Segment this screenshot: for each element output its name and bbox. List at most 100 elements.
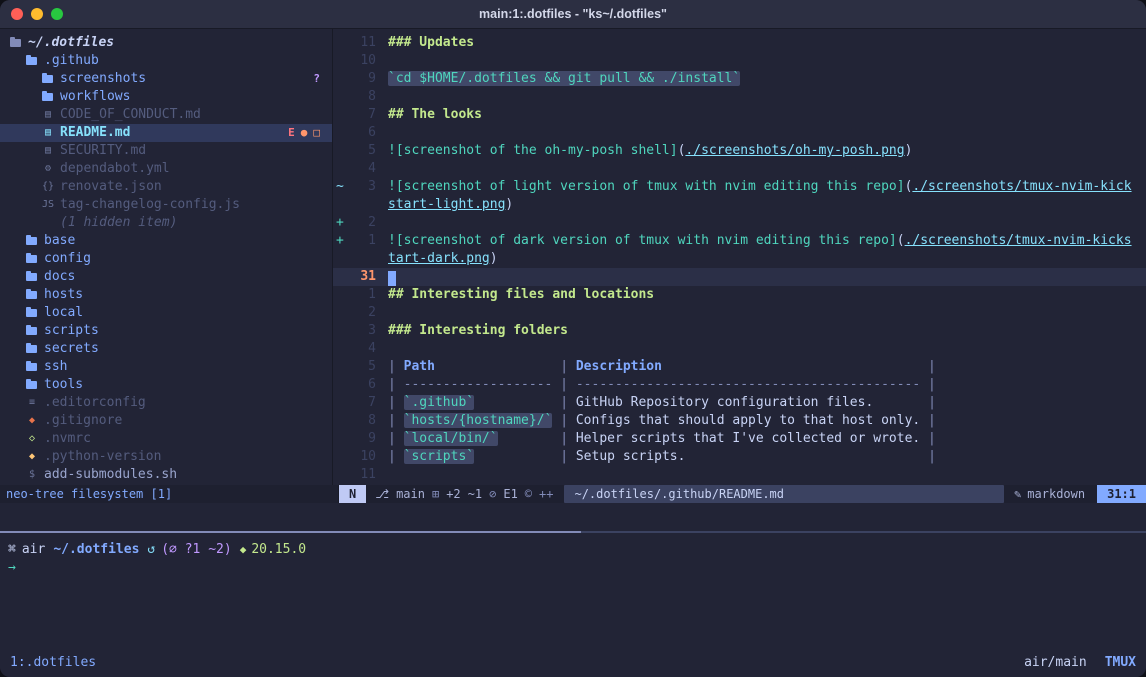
tree-item-secrets[interactable]: secrets (0, 340, 332, 358)
editor-line[interactable]: 9`cd $HOME/.dotfiles && git pull && ./in… (333, 70, 1146, 88)
tree-item-python-version[interactable]: ◆.python-version (0, 448, 332, 466)
git-status-segment: ⎇ main ⊞ +2 ~1 ⊘ E1 © ++ (366, 485, 562, 503)
text-segment-d: | (388, 413, 404, 428)
tree-item-config[interactable]: config (0, 250, 332, 268)
editor-line[interactable]: 6 (333, 124, 1146, 142)
tree-item-screenshots[interactable]: screenshots? (0, 70, 332, 88)
tree-item-label: add-submodules.sh (44, 466, 177, 484)
tree-item-docs[interactable]: docs (0, 268, 332, 286)
gitsigns-added-sign: + (333, 232, 350, 250)
cursor (388, 271, 396, 286)
sign-column (333, 124, 350, 142)
git-branch-icon: ⎇ (375, 487, 389, 501)
tree-item-local[interactable]: local (0, 304, 332, 322)
editor-line[interactable]: tart-dark.png) (333, 250, 1146, 268)
diagnostics-error-count: E1 (503, 487, 517, 501)
file-icon: ▤ (42, 142, 54, 160)
editor-line[interactable]: 9| `local/bin/` | Helper scripts that I'… (333, 430, 1146, 448)
tree-item-github[interactable]: .github (0, 52, 332, 70)
editor-line[interactable]: ~3![screenshot of light version of tmux … (333, 178, 1146, 196)
file-icon: ▤ (42, 124, 54, 142)
diff-icon: ⊞ (432, 487, 439, 501)
editor-line[interactable]: 4 (333, 160, 1146, 178)
tree-item-readme-md[interactable]: ▤README.mdE●□ (0, 124, 332, 142)
editor-line[interactable]: +1![screenshot of dark version of tmux w… (333, 232, 1146, 250)
sign-column (333, 322, 350, 340)
minimize-button[interactable] (31, 8, 43, 20)
tree-item-label: workflows (60, 88, 130, 106)
git-unstaged-marker: □ (313, 124, 320, 142)
text-segment-p: ) (905, 143, 913, 158)
tree-item-security-md[interactable]: ▤ SECURITY.md (0, 142, 332, 160)
text-segment-url: tart-dark.png (388, 251, 490, 266)
line-number: 2 (350, 214, 376, 232)
tree-item-nvmrc[interactable]: ◇.nvmrc (0, 430, 332, 448)
tree-item-label: SECURITY.md (60, 142, 146, 160)
tree-item-tools[interactable]: tools (0, 376, 332, 394)
tree-item-renovate-json[interactable]: {}renovate.json (0, 178, 332, 196)
tree-item-tag-changelog-config-js[interactable]: JStag-changelog-config.js (0, 196, 332, 214)
prompt-input-line[interactable]: → (8, 559, 1146, 577)
text-segment-d: | (920, 413, 936, 428)
tree-item-markers: ? (313, 70, 332, 88)
tree-item-label: .github (44, 52, 99, 70)
editor-line[interactable]: 8 (333, 88, 1146, 106)
text-segment-d: | (435, 359, 576, 374)
editor-line[interactable]: 11 (333, 466, 1146, 484)
editor-line[interactable]: 8| `hosts/{hostname}/` | Configs that sh… (333, 412, 1146, 430)
prompt-host: air (22, 542, 45, 557)
editor-line[interactable]: 7| `.github` | GitHub Repository configu… (333, 394, 1146, 412)
terminal-pane[interactable]: ⌘air~/.dotfiles↺(⌀ ?1 ~2)◆20.15.0 → (0, 533, 1146, 647)
tree-item-base[interactable]: base (0, 232, 332, 250)
markdown-icon: ✎ (1014, 487, 1021, 501)
tmux-window-item[interactable]: 1:.dotfiles (10, 655, 96, 670)
file-path: ~/.dotfiles/.github/README.md (564, 485, 1004, 503)
editor-text: ### Updates (376, 34, 474, 52)
git-untracked-marker: ? (313, 70, 320, 88)
editor-line[interactable]: 4 (333, 340, 1146, 358)
text-segment-d: | (662, 359, 936, 374)
tree-item-dotfiles[interactable]: ~/.dotfiles (0, 34, 332, 52)
tree-item-label: (1 hidden item) (60, 214, 177, 232)
editor-line[interactable]: 3### Interesting folders (333, 322, 1146, 340)
tree-item-workflows[interactable]: workflows (0, 88, 332, 106)
text-segment-code: `local/bin/` (404, 431, 498, 446)
sign-column (333, 304, 350, 322)
editor-line[interactable]: 2 (333, 304, 1146, 322)
tree-item-dependabot-yml[interactable]: ⚙dependabot.yml (0, 160, 332, 178)
statusline-extra: ++ (539, 487, 553, 501)
editor-line[interactable]: +2 (333, 214, 1146, 232)
file-tree: ~/.dotfiles.githubscreenshots?workflows▤… (0, 29, 333, 485)
text-segment-alt: ![screenshot of light version of tmux wi… (388, 179, 905, 194)
tree-item-label: CODE_OF_CONDUCT.md (60, 106, 201, 124)
editor-line[interactable]: 31 (333, 268, 1146, 286)
tree-item-editorconfig[interactable]: ≡.editorconfig (0, 394, 332, 412)
text-segment-d: | (388, 449, 404, 464)
tree-item-scripts[interactable]: scripts (0, 322, 332, 340)
editor-line[interactable]: 6| ------------------- | ---------------… (333, 376, 1146, 394)
tree-item-hosts[interactable]: hosts (0, 286, 332, 304)
editor[interactable]: 11### Updates 10 9`cd $HOME/.dotfiles &&… (333, 29, 1146, 485)
editor-text: tart-dark.png) (376, 250, 498, 268)
editor-line[interactable]: 5![screenshot of the oh-my-posh shell](.… (333, 142, 1146, 160)
titlebar[interactable]: main:1:.dotfiles - "ks~/.dotfiles" (0, 0, 1146, 29)
maximize-button[interactable] (51, 8, 63, 20)
editor-line[interactable]: 5| Path | Description | (333, 358, 1146, 376)
editor-line[interactable]: start-light.png) (333, 196, 1146, 214)
tree-item-gitignore[interactable]: ◆.gitignore (0, 412, 332, 430)
sign-column (333, 70, 350, 88)
sign-column (333, 106, 350, 124)
tree-item-1-hidden-item[interactable]: (1 hidden item) (0, 214, 332, 232)
editor-line[interactable]: 10 (333, 52, 1146, 70)
tree-item-code-of-conduct-md[interactable]: ▤CODE_OF_CONDUCT.md (0, 106, 332, 124)
sign-column (333, 448, 350, 466)
editor-line[interactable]: 10| `scripts` | Setup scripts. | (333, 448, 1146, 466)
editor-line[interactable]: 1## Interesting files and locations (333, 286, 1146, 304)
editor-text: ## Interesting files and locations (376, 286, 654, 304)
tree-item-label: local (44, 304, 83, 322)
editor-line[interactable]: 7## The looks (333, 106, 1146, 124)
tree-item-add-submodules-sh[interactable]: $add-submodules.sh (0, 466, 332, 484)
editor-line[interactable]: 11### Updates (333, 34, 1146, 52)
tree-item-ssh[interactable]: ssh (0, 358, 332, 376)
close-button[interactable] (11, 8, 23, 20)
